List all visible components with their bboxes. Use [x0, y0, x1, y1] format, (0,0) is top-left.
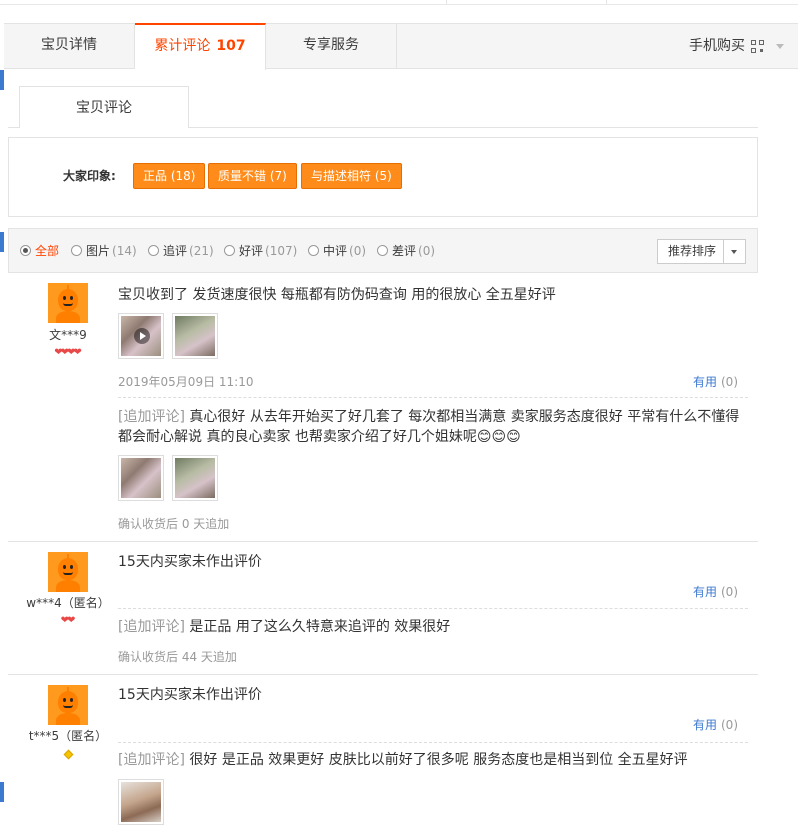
tab-reviews-label: 累计评论 — [154, 38, 211, 54]
review-photo-thumbnail[interactable] — [172, 313, 218, 359]
mobile-buy-label: 手机购买 — [689, 38, 745, 54]
review-text: 15天内买家未作出评价 — [118, 687, 262, 703]
review-text: 宝贝收到了 发货速度很快 每瓶都有防伪码查询 用的很放心 全五星好评 — [118, 287, 556, 303]
append-review: [追加评论] 是正品 用了这么久特意来追评的 效果很好 — [118, 617, 748, 637]
append-photo-thumbnail[interactable] — [118, 779, 164, 825]
useful-button[interactable]: 有用 (0) — [693, 583, 738, 600]
append-review: [追加评论] 真心很好 从去年开始买了好几套了 每次都相当满意 卖家服务态度很好… — [118, 407, 748, 447]
review-item: w***4（匿名） ❤❤ 15天内买家未作出评价 有用 (0) [追加评论] 是正… — [8, 542, 758, 675]
impression-tag-quality[interactable]: 质量不错 (7) — [208, 163, 297, 189]
avatar — [48, 685, 88, 725]
useful-count: (0) — [721, 375, 738, 389]
reviewer-name: t***5（匿名） — [28, 729, 108, 743]
filter-count: (0) — [349, 244, 367, 258]
sort-label: 推荐排序 — [668, 244, 717, 258]
radio-icon — [308, 245, 319, 256]
tab-bar: 宝贝详情 累计评论 107 专享服务 手机购买 — [4, 23, 798, 70]
radio-icon — [20, 245, 31, 256]
useful-label: 有用 — [692, 585, 717, 599]
useful-button[interactable]: 有用 (0) — [693, 373, 738, 390]
filter-label: 图片 — [86, 244, 111, 258]
qr-code-icon — [751, 39, 764, 53]
filter-followup[interactable]: 追评 (21) — [148, 242, 214, 259]
caret-down-icon — [731, 250, 737, 254]
review-text: 15天内买家未作出评价 — [118, 554, 262, 570]
reviewer-name: w***4（匿名） — [26, 596, 110, 610]
filter-label: 中评 — [323, 244, 348, 258]
impression-box: 大家印象: 正品 (18) 质量不错 (7) 与描述相符 (5) — [8, 137, 758, 217]
divider — [118, 608, 748, 609]
useful-button[interactable]: 有用 (0) — [693, 716, 738, 733]
tab-details[interactable]: 宝贝详情 — [4, 23, 135, 69]
side-marker — [0, 232, 4, 252]
sort-dropdown[interactable]: 推荐排序 — [657, 239, 746, 264]
append-photo-thumbnail[interactable] — [118, 455, 164, 501]
radio-icon — [377, 245, 388, 256]
filter-count: (14) — [112, 244, 137, 258]
append-tag: [追加评论] — [118, 619, 185, 635]
tab-service[interactable]: 专享服务 — [266, 23, 397, 69]
side-marker — [0, 70, 4, 90]
tab-reviews[interactable]: 累计评论 107 — [135, 23, 266, 70]
filter-positive[interactable]: 好评 (107) — [224, 242, 297, 259]
tab-reviews-count: 107 — [216, 38, 246, 54]
append-text: 真心很好 从去年开始买了好几套了 每次都相当满意 卖家服务态度很好 平常有什么不… — [189, 409, 740, 425]
filter-negative[interactable]: 差评 (0) — [377, 242, 435, 259]
divider — [118, 742, 748, 743]
append-photo-thumbnail[interactable] — [172, 455, 218, 501]
filter-label: 差评 — [392, 244, 417, 258]
append-text: 是正品 用了这么久特意来追评的 效果很好 — [189, 619, 451, 635]
review-date: 2019年05月09日 11:10 — [118, 375, 254, 389]
filter-count: (21) — [189, 244, 214, 258]
useful-label: 有用 — [692, 375, 717, 389]
impression-tag-genuine[interactable]: 正品 (18) — [133, 163, 206, 189]
useful-label: 有用 — [692, 718, 717, 732]
append-note: 确认收货后 44 天追加 — [118, 650, 237, 664]
filter-all[interactable]: 全部 — [20, 242, 59, 259]
avatar — [48, 552, 88, 592]
radio-icon — [148, 245, 159, 256]
diamond-level-icon — [8, 749, 128, 760]
impression-label: 大家印象: — [63, 169, 116, 183]
radio-icon — [224, 245, 235, 256]
top-strip — [0, 0, 798, 5]
divider — [446, 0, 447, 5]
useful-count: (0) — [721, 585, 738, 599]
filter-label: 好评 — [239, 244, 264, 258]
filter-pictures[interactable]: 图片 (14) — [71, 242, 137, 259]
play-icon — [134, 328, 150, 344]
impression-tag-as-described[interactable]: 与描述相符 (5) — [301, 163, 402, 189]
divider — [606, 0, 607, 5]
credit-level-icon: ❤❤ — [60, 615, 76, 626]
mobile-buy-button[interactable]: 手机购买 — [689, 24, 784, 68]
side-marker — [0, 782, 4, 802]
subtab-item-reviews[interactable]: 宝贝评论 — [19, 86, 189, 128]
append-tag: [追加评论] — [118, 409, 185, 425]
reviewer-name: 文***9 — [49, 328, 87, 342]
filter-count: (0) — [418, 244, 436, 258]
credit-level-icon: ❤❤❤❤ — [54, 347, 82, 358]
filter-label: 全部 — [35, 244, 60, 258]
append-text: 很好 是正品 效果更好 皮肤比以前好了很多呢 服务态度也是相当到位 全五星好评 — [189, 752, 688, 768]
review-video-thumbnail[interactable] — [118, 313, 164, 359]
filter-count: (107) — [265, 244, 298, 258]
chevron-down-icon — [776, 43, 784, 49]
useful-count: (0) — [721, 718, 738, 732]
divider — [118, 397, 748, 398]
append-tag: [追加评论] — [118, 752, 185, 768]
filter-label: 追评 — [163, 244, 188, 258]
avatar — [48, 283, 88, 323]
filter-neutral[interactable]: 中评 (0) — [308, 242, 366, 259]
append-note: 确认收货后 0 天追加 — [118, 517, 230, 531]
append-text-cont: 都会耐心解说 真的良心卖家 也帮卖家介绍了好几个姐妹呢😊😊😊 — [118, 429, 521, 445]
radio-icon — [71, 245, 82, 256]
review-item: 文***9 ❤❤❤❤ 宝贝收到了 发货速度很快 每瓶都有防伪码查询 用的很放心 … — [8, 273, 758, 542]
append-review: [追加评论] 很好 是正品 效果更好 皮肤比以前好了很多呢 服务态度也是相当到位… — [118, 750, 748, 770]
filter-bar: 全部 图片 (14) 追评 (21) 好评 (107) 中评 (0) 差评 (0) 推荐排… — [8, 228, 758, 273]
review-item: t***5（匿名） 15天内买家未作出评价 有用 (0) [追加评论] 很好 是正… — [8, 675, 758, 825]
